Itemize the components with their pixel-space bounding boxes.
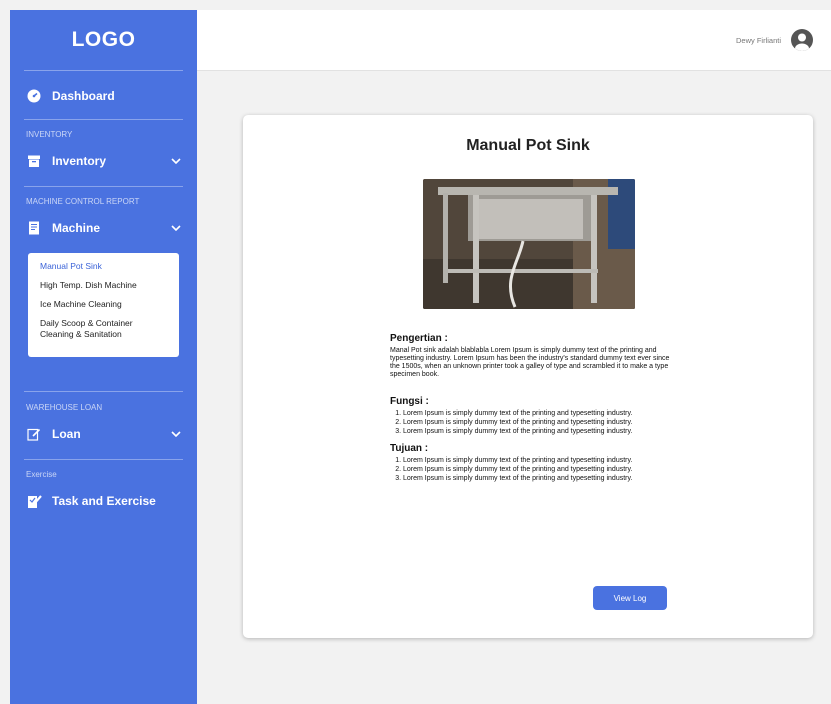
nav-task-label: Task and Exercise xyxy=(52,494,156,508)
view-log-button[interactable]: View Log xyxy=(593,586,667,610)
nav-machine[interactable]: Machine xyxy=(10,211,197,245)
list-item: Lorem Ipsum is simply dummy text of the … xyxy=(403,410,670,418)
divider xyxy=(24,459,183,460)
nav-inventory[interactable]: Inventory xyxy=(10,144,197,178)
user-avatar-icon[interactable] xyxy=(791,29,813,51)
nav-dashboard-label: Dashboard xyxy=(52,89,115,103)
chevron-down-icon xyxy=(171,429,181,440)
submenu-item-manual-pot-sink[interactable]: Manual Pot Sink xyxy=(40,261,167,272)
divider xyxy=(24,186,183,187)
section-label-warehouse: WAREHOUSE LOAN xyxy=(26,402,103,412)
section-label-exercise: Exercise xyxy=(26,469,57,479)
nav-dashboard[interactable]: Dashboard xyxy=(10,79,197,113)
list-item: Lorem Ipsum is simply dummy text of the … xyxy=(403,419,670,427)
submenu-item-high-temp-dish-machine[interactable]: High Temp. Dish Machine xyxy=(40,280,167,291)
fungsi-heading: Fungsi : xyxy=(390,396,429,407)
detail-card: Manual Pot Sink Pengertian : Manal Pot s… xyxy=(243,115,813,638)
nav-inventory-label: Inventory xyxy=(52,154,107,168)
divider xyxy=(24,119,183,120)
nav-loan-label: Loan xyxy=(52,427,81,441)
list-item: Lorem Ipsum is simply dummy text of the … xyxy=(403,457,670,465)
dashboard-icon xyxy=(26,88,42,104)
page-title: Manual Pot Sink xyxy=(466,137,590,154)
username[interactable]: Dewy Firlianti xyxy=(736,36,781,45)
archive-icon xyxy=(26,153,42,169)
submenu-item-ice-machine-cleaning[interactable]: Ice Machine Cleaning xyxy=(40,299,167,310)
fungsi-list: Lorem Ipsum is simply dummy text of the … xyxy=(390,410,670,436)
document-icon xyxy=(26,220,42,236)
section-label-inventory: INVENTORY xyxy=(26,129,73,139)
content-body: Pengertian : Manal Pot sink adalah blabl… xyxy=(390,333,670,484)
machine-photo xyxy=(423,179,635,309)
list-item: Lorem Ipsum is simply dummy text of the … xyxy=(403,428,670,436)
nav-loan[interactable]: Loan xyxy=(10,417,197,451)
sidebar: LOGO Dashboard INVENTORY Inventory MACHI… xyxy=(10,10,197,704)
submenu-item-daily-scoop[interactable]: Daily Scoop & Container Cleaning & Sanit… xyxy=(40,318,167,340)
divider xyxy=(24,391,183,392)
logo: LOGO xyxy=(71,28,136,51)
tujuan-list: Lorem Ipsum is simply dummy text of the … xyxy=(390,457,670,483)
list-item: Lorem Ipsum is simply dummy text of the … xyxy=(403,475,670,483)
pengertian-text: Manal Pot sink adalah blablabla Lorem Ip… xyxy=(390,347,670,378)
section-label-machine: MACHINE CONTROL REPORT xyxy=(26,196,140,206)
task-icon xyxy=(26,493,42,509)
tujuan-heading: Tujuan : xyxy=(390,442,429,454)
edit-icon xyxy=(26,426,42,442)
list-item: Lorem Ipsum is simply dummy text of the … xyxy=(403,466,670,474)
chevron-down-icon xyxy=(171,223,181,234)
divider xyxy=(24,70,183,71)
nav-machine-label: Machine xyxy=(52,221,101,235)
chevron-down-icon xyxy=(171,156,181,167)
machine-submenu: Manual Pot Sink High Temp. Dish Machine … xyxy=(28,253,179,357)
pengertian-heading: Pengertian : xyxy=(390,333,448,344)
nav-task-and-exercise[interactable]: Task and Exercise xyxy=(10,484,197,518)
top-bar: Dewy Firlianti xyxy=(197,10,831,71)
